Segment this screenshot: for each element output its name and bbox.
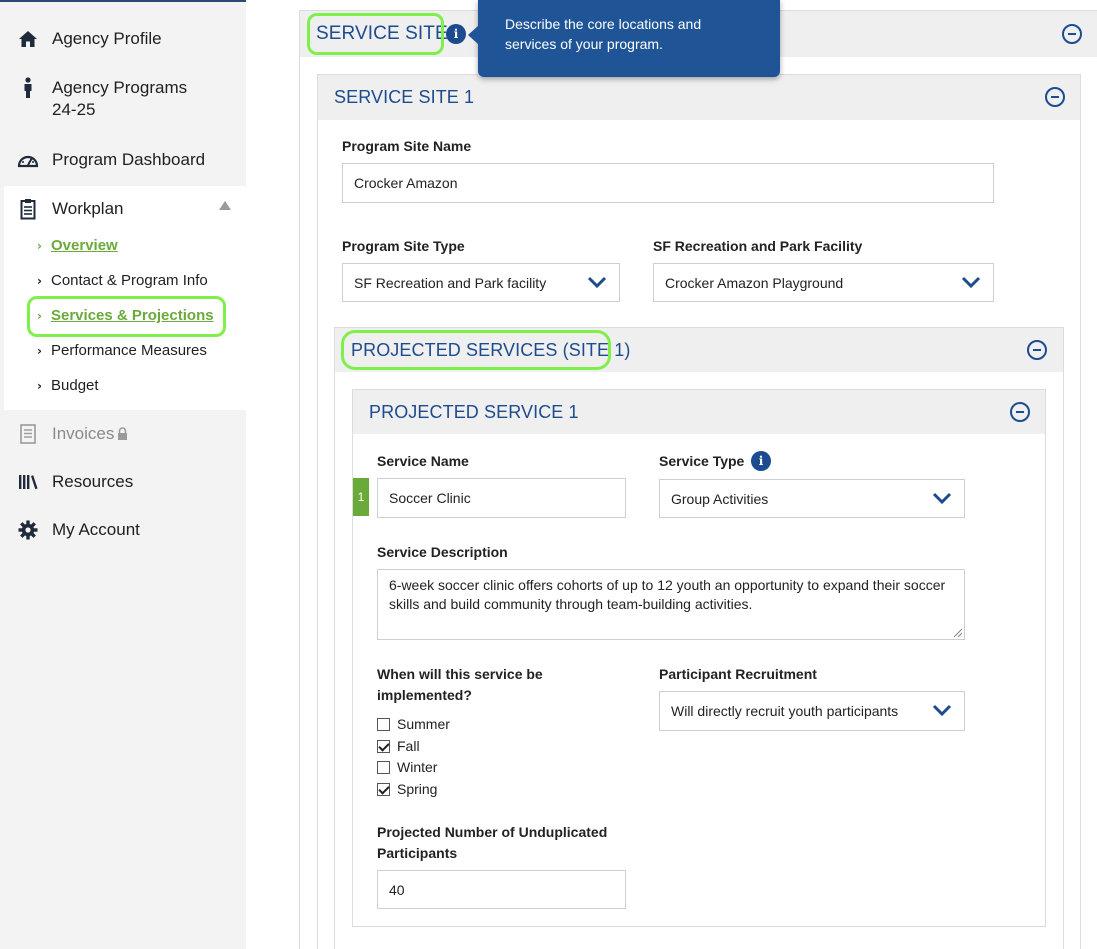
- sidebar-item-label: Program Dashboard: [52, 150, 206, 169]
- chevron-right-icon: ›: [37, 274, 42, 288]
- chevron-down-icon: [932, 492, 952, 504]
- recruitment-select[interactable]: Will directly recruit youth participants: [659, 691, 965, 731]
- chevron-down-icon: [961, 276, 981, 288]
- sidebar-item-label: Resources: [52, 472, 134, 491]
- checkbox-checked-icon[interactable]: [377, 782, 390, 796]
- service-type-value: Group Activities: [671, 490, 769, 507]
- info-icon[interactable]: i: [751, 451, 771, 471]
- facility-label: SF Recreation and Park Facility: [653, 238, 863, 254]
- site-type-label: Program Site Type: [342, 238, 465, 254]
- person-icon: [17, 77, 39, 99]
- checkbox-icon[interactable]: [377, 760, 390, 774]
- sidebar-subitem-budget[interactable]: › Budget: [37, 376, 99, 396]
- sidebar-subitem-overview[interactable]: › Overview: [37, 236, 118, 256]
- season-summer-checkbox[interactable]: Summer: [377, 716, 450, 732]
- checkbox-checked-icon[interactable]: [377, 739, 390, 753]
- clipboard-icon: [17, 198, 39, 220]
- chevron-right-icon: ›: [37, 344, 42, 358]
- service-name-input[interactable]: Soccer Clinic: [377, 478, 626, 518]
- sidebar-item-label: Workplan: [52, 199, 124, 218]
- sidebar-item-label: Invoices: [52, 424, 115, 443]
- service-description-textarea[interactable]: 6-week soccer clinic offers cohorts of u…: [377, 569, 965, 640]
- collapse-caret-icon[interactable]: [219, 201, 231, 210]
- site-type-value: SF Recreation and Park facility: [354, 274, 547, 291]
- sidebar: Agency Profile Agency Programs 24-25 Pro…: [0, 0, 246, 949]
- season-label: Summer: [397, 716, 450, 732]
- sidebar-subitem-performance-measures[interactable]: › Performance Measures: [37, 341, 207, 361]
- sidebar-subitem-label: Performance Measures: [51, 342, 207, 359]
- service-number-badge: 1: [353, 478, 369, 516]
- dashboard-gauge-icon: [17, 149, 39, 171]
- sidebar-item-label: My Account: [52, 520, 140, 539]
- recruitment-label: Participant Recruitment: [659, 666, 817, 682]
- highlight-ring: [27, 296, 226, 337]
- season-winter-checkbox[interactable]: Winter: [377, 759, 437, 775]
- sidebar-subitem-contact-program-info[interactable]: › Contact & Program Info: [37, 271, 208, 291]
- season-spring-checkbox[interactable]: Spring: [377, 781, 437, 797]
- season-label: Winter: [397, 759, 438, 775]
- facility-select[interactable]: Crocker Amazon Playground: [653, 263, 994, 302]
- when-implemented-label: When will this service be implemented?: [377, 666, 543, 703]
- sidebar-item-label: Agency Programs 24-25: [52, 78, 188, 119]
- tooltip-text: Describe the core locations and services…: [505, 16, 702, 52]
- service-description-text: 6-week soccer clinic offers cohorts of u…: [389, 577, 946, 612]
- participants-label: Projected Number of Unduplicated Partici…: [377, 824, 608, 861]
- service-site-1-title: SERVICE SITE 1: [334, 87, 475, 107]
- collapse-service-site-1-button[interactable]: [1045, 87, 1065, 107]
- facility-value: Crocker Amazon Playground: [665, 274, 844, 291]
- collapse-projected-service-1-button[interactable]: [1010, 402, 1030, 422]
- collapse-projected-services-button[interactable]: [1027, 340, 1047, 360]
- sidebar-subitem-label: Contact & Program Info: [51, 272, 208, 289]
- highlight-ring: [341, 330, 611, 370]
- chevron-down-icon: [932, 704, 952, 717]
- collapse-service-sites-button[interactable]: [1062, 24, 1082, 44]
- season-label: Fall: [397, 738, 420, 754]
- chevron-down-icon: [587, 276, 607, 288]
- participants-input[interactable]: 40: [377, 870, 626, 909]
- service-sites-tooltip: Describe the core locations and services…: [468, 0, 780, 77]
- info-icon[interactable]: i: [446, 24, 466, 44]
- service-name-label: Service Name: [377, 453, 469, 469]
- season-label: Spring: [397, 781, 438, 797]
- service-description-label: Service Description: [377, 544, 508, 560]
- service-type-select[interactable]: Group Activities: [659, 479, 965, 518]
- chevron-right-icon: ›: [37, 239, 42, 253]
- resize-handle[interactable]: [954, 629, 962, 637]
- site-name-input[interactable]: Crocker Amazon: [342, 163, 994, 203]
- sidebar-subitem-label: Overview: [51, 237, 118, 254]
- sidebar-subitem-label: Budget: [51, 377, 99, 394]
- library-icon: [17, 471, 39, 493]
- checkbox-icon[interactable]: [377, 717, 390, 731]
- document-icon: [17, 423, 39, 445]
- lock-icon: [117, 427, 128, 446]
- sidebar-item-label: Agency Profile: [52, 29, 162, 48]
- site-name-label: Program Site Name: [342, 138, 472, 154]
- home-icon: [17, 28, 39, 50]
- projected-service-1-title: PROJECTED SERVICE 1: [369, 402, 579, 422]
- chevron-right-icon: ›: [37, 379, 42, 393]
- service-type-label: Service Type: [659, 453, 745, 469]
- recruitment-value: Will directly recruit youth participants: [671, 703, 899, 719]
- gear-icon: [17, 519, 39, 541]
- season-fall-checkbox[interactable]: Fall: [377, 738, 420, 754]
- site-type-select[interactable]: SF Recreation and Park facility: [342, 263, 620, 302]
- highlight-ring: [307, 13, 444, 55]
